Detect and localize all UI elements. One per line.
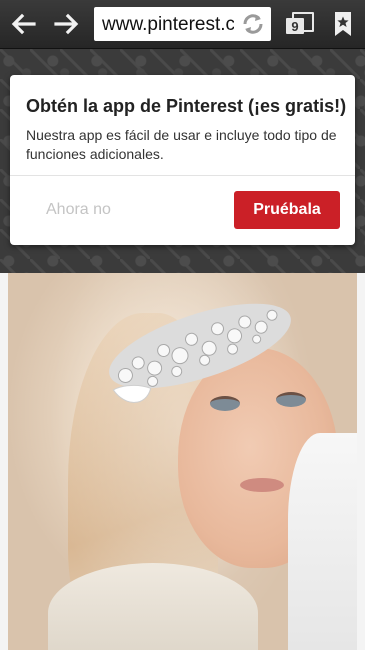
tabs-button[interactable]: 9 bbox=[282, 0, 316, 48]
back-button[interactable] bbox=[2, 0, 44, 48]
app-promo-dialog: Obtén la app de Pinterest (¡es gratis!) … bbox=[10, 75, 355, 245]
try-it-button[interactable]: Pruébala bbox=[234, 191, 340, 229]
bookmark-button[interactable] bbox=[326, 0, 360, 48]
forward-arrow-icon bbox=[54, 13, 79, 35]
browser-toolbar: www.pinterest.com 9 bbox=[0, 0, 365, 49]
reload-button[interactable] bbox=[237, 8, 269, 40]
dialog-title: Obtén la app de Pinterest (¡es gratis!) bbox=[26, 96, 347, 116]
not-now-button[interactable]: Ahora no bbox=[26, 191, 146, 229]
url-text[interactable]: www.pinterest.com bbox=[102, 14, 234, 36]
reload-icon bbox=[243, 14, 263, 34]
address-bar[interactable]: www.pinterest.com bbox=[94, 7, 271, 41]
dialog-body: Nuestra app es fácil de usar e incluye t… bbox=[26, 127, 337, 162]
dialog-divider bbox=[10, 175, 355, 176]
tab-count: 9 bbox=[286, 18, 304, 34]
right-eye bbox=[276, 392, 306, 407]
back-arrow-icon bbox=[11, 13, 36, 35]
pin-image[interactable] bbox=[8, 273, 357, 650]
shoulder-shape bbox=[288, 433, 357, 650]
pin-content-area bbox=[0, 273, 365, 650]
tabs-icon: 9 bbox=[286, 12, 314, 36]
bookmark-star-icon bbox=[335, 12, 351, 36]
forward-button[interactable] bbox=[46, 0, 88, 48]
lips bbox=[240, 478, 284, 492]
